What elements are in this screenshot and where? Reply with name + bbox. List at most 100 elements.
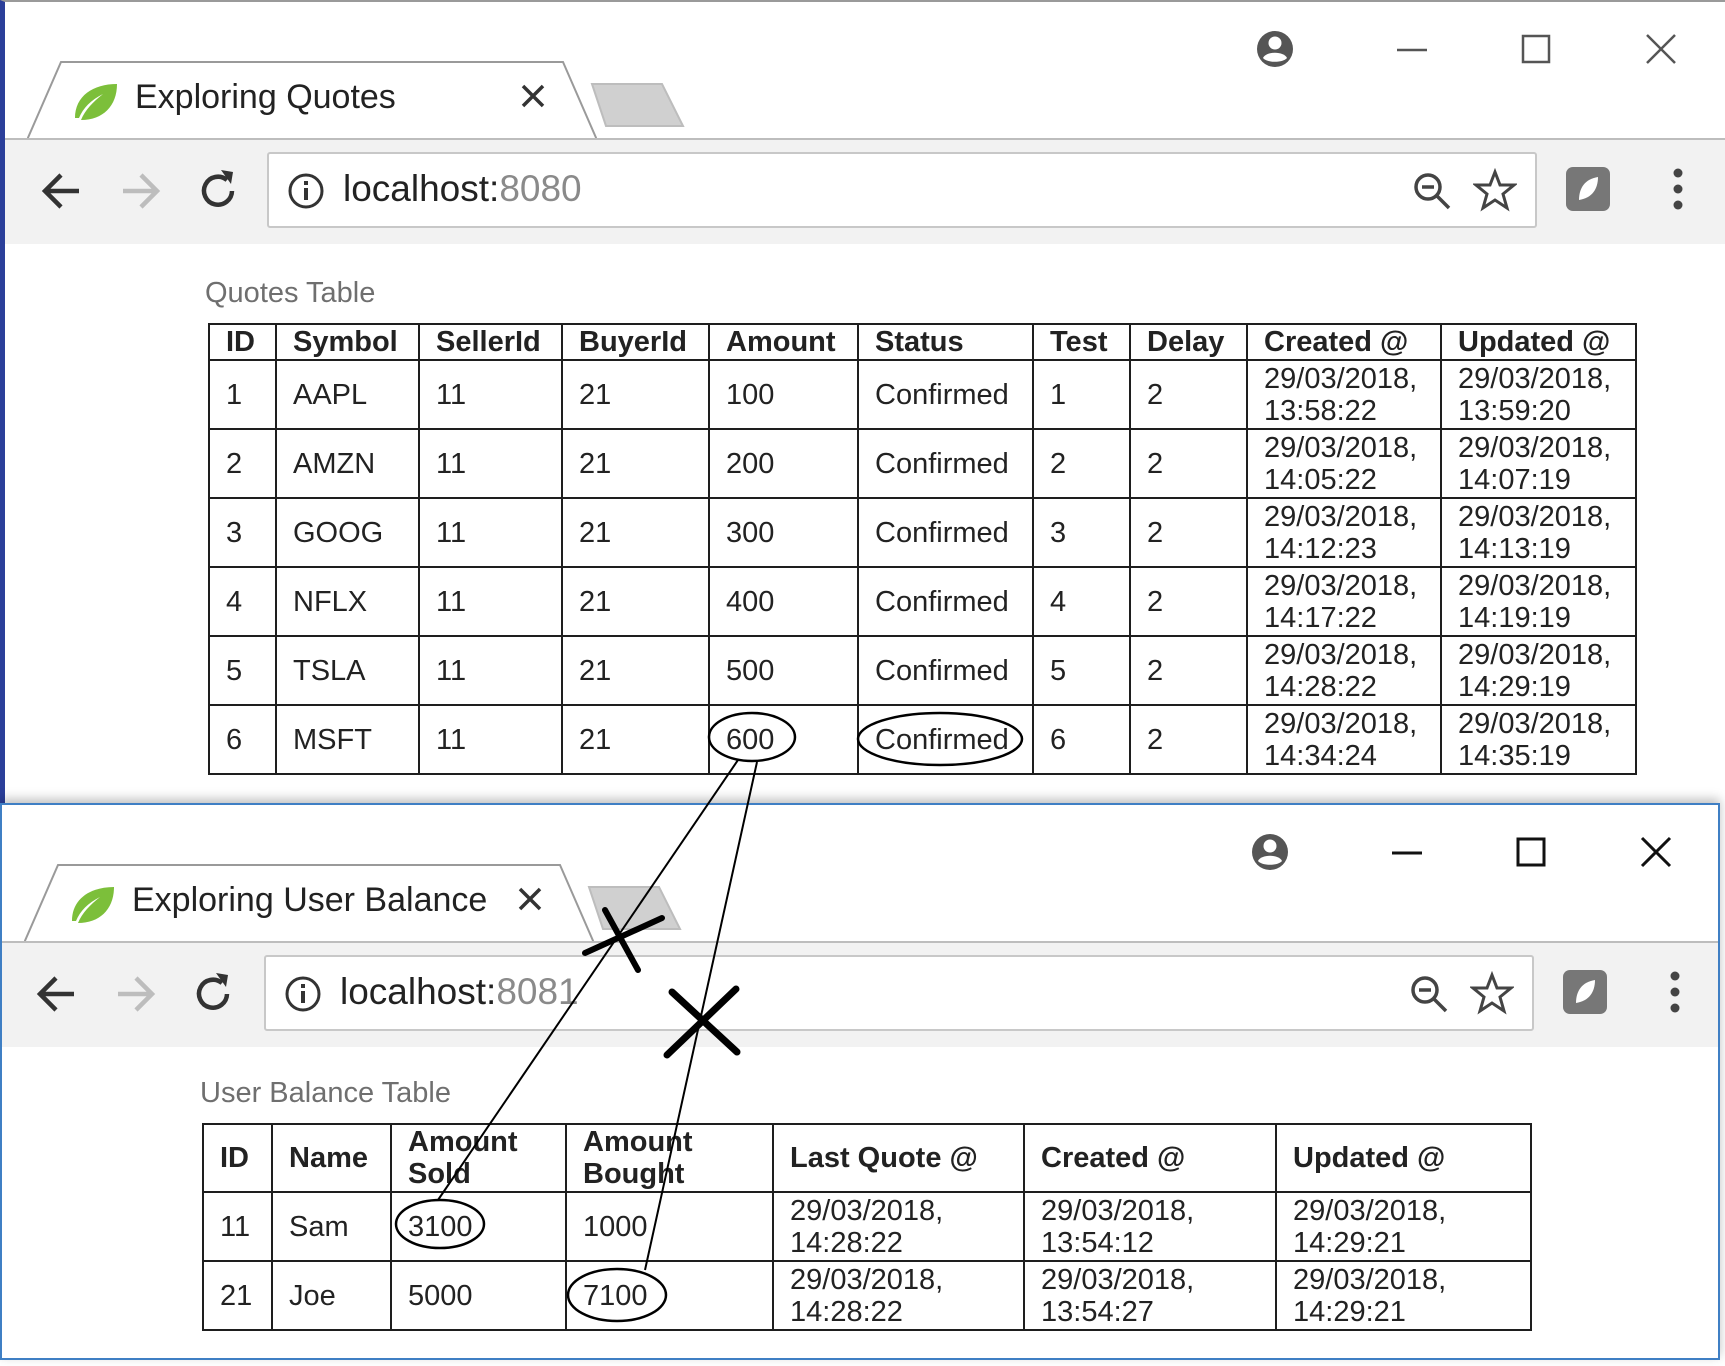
table-cell: 400: [708, 566, 859, 637]
page-content: User Balance Table ID Name Amount Sold Amoun…: [2, 1047, 1718, 1358]
browser-window-quotes: Exploring Quotes localhost:8080 Quotes T…: [0, 0, 1725, 805]
table-row: 3 GOOG 11 21 300 Confirmed 3 2 29/03/2018, 14:12:…: [208, 497, 1637, 568]
maximize-icon[interactable]: [1511, 24, 1561, 74]
column-header: BuyerId: [561, 323, 710, 361]
tab-strip: Exploring Quotes: [5, 2, 1725, 140]
tab-title: Exploring User Balance: [132, 881, 488, 919]
browser-window-user-balance: Exploring User Balance localhost:8081 Us…: [0, 803, 1720, 1360]
table-cell: 4: [1032, 566, 1131, 637]
minimize-icon[interactable]: [1387, 24, 1437, 74]
table-cell: TSLA: [275, 635, 420, 706]
table-cell: 29/03/2018, 13:59:20: [1440, 359, 1637, 430]
column-header: Amount: [708, 323, 859, 361]
table-cell: 29/03/2018, 14:29:19: [1440, 635, 1637, 706]
info-icon[interactable]: [284, 975, 322, 1013]
table-cell: 29/03/2018, 14:05:22: [1246, 428, 1442, 499]
table-cell: 11: [202, 1191, 273, 1262]
reload-icon[interactable]: [191, 164, 245, 218]
column-header: Amount Sold: [390, 1123, 567, 1193]
close-icon[interactable]: [514, 883, 546, 915]
spring-leaf-icon: [75, 84, 117, 120]
table-cell: 200: [708, 428, 859, 499]
spring-leaf-icon: [72, 887, 114, 923]
new-tab-button[interactable]: [587, 883, 682, 931]
table-row: 11 Sam 3100 1000 29/03/2018, 14:28:22 29/03/20…: [202, 1191, 1532, 1262]
close-window-icon[interactable]: [1631, 827, 1681, 877]
table-cell: 6: [1032, 704, 1131, 775]
table-cell: Sam: [271, 1191, 392, 1262]
quotes-table: ID Symbol SellerId BuyerId Amount Status Test D…: [208, 323, 1637, 775]
url-host: localhost:: [343, 168, 500, 209]
info-icon[interactable]: [287, 172, 325, 210]
zoom-out-icon[interactable]: [1408, 973, 1450, 1015]
table-cell: 29/03/2018, 13:54:12: [1023, 1191, 1277, 1262]
url-host: localhost:: [340, 971, 497, 1012]
column-header: Name: [271, 1123, 392, 1193]
column-header: Test: [1032, 323, 1131, 361]
table-cell: 2: [1129, 497, 1248, 568]
table-cell: 29/03/2018, 13:54:27: [1023, 1260, 1277, 1331]
table-cell: 29/03/2018, 14:12:23: [1246, 497, 1442, 568]
table-row: 1 AAPL 11 21 100 Confirmed 1 2 29/03/2018, 13:58:…: [208, 359, 1637, 430]
column-header: Created @: [1246, 323, 1442, 361]
url-text: localhost:8081: [340, 971, 579, 1013]
close-icon[interactable]: [517, 80, 549, 112]
column-header: Last Quote @: [772, 1123, 1025, 1193]
table-cell: 7100: [565, 1260, 774, 1331]
tab-exploring-user-balance[interactable]: Exploring User Balance: [24, 863, 594, 943]
maximize-icon[interactable]: [1506, 827, 1556, 877]
minimize-icon[interactable]: [1382, 827, 1432, 877]
column-header: Status: [857, 323, 1034, 361]
url-port: 8080: [499, 168, 582, 209]
table-cell: 3: [1032, 497, 1131, 568]
account-circle-icon[interactable]: [1250, 24, 1300, 74]
column-header: ID: [202, 1123, 273, 1193]
extension-icon[interactable]: [1561, 162, 1615, 216]
table-cell: 29/03/2018, 14:28:22: [772, 1260, 1025, 1331]
arrow-left-icon[interactable]: [35, 164, 89, 218]
table-row: 21 Joe 5000 7100 29/03/2018, 14:28:22 29/03/20…: [202, 1260, 1532, 1331]
table-cell: 29/03/2018, 14:29:21: [1275, 1260, 1532, 1331]
account-circle-icon[interactable]: [1245, 827, 1295, 877]
extension-icon[interactable]: [1558, 965, 1612, 1019]
url-text: localhost:8080: [343, 168, 582, 210]
table-caption: Quotes Table: [205, 277, 376, 309]
arrow-right-icon[interactable]: [113, 164, 167, 218]
table-cell: Confirmed: [857, 497, 1034, 568]
table-cell: 29/03/2018, 14:17:22: [1246, 566, 1442, 637]
table-cell: 5: [1032, 635, 1131, 706]
table-cell: 21: [561, 704, 710, 775]
star-icon[interactable]: [1473, 168, 1517, 212]
zoom-out-icon[interactable]: [1411, 170, 1453, 212]
column-header: Amount Bought: [565, 1123, 774, 1193]
tab-exploring-quotes[interactable]: Exploring Quotes: [27, 60, 597, 140]
star-icon[interactable]: [1470, 971, 1514, 1015]
kebab-menu-icon[interactable]: [1665, 162, 1691, 216]
table-cell: 2: [1129, 704, 1248, 775]
table-cell: Confirmed: [857, 635, 1034, 706]
table-cell: 11: [418, 359, 563, 430]
table-cell: Confirmed: [857, 566, 1034, 637]
table-cell: 29/03/2018, 14:29:21: [1275, 1191, 1532, 1262]
new-tab-button[interactable]: [590, 80, 685, 128]
table-cell: 2: [1032, 428, 1131, 499]
table-cell: 600: [708, 704, 859, 775]
arrow-left-icon[interactable]: [30, 967, 84, 1021]
table-cell: Confirmed: [857, 428, 1034, 499]
table-header-row: ID Symbol SellerId BuyerId Amount Status Test D…: [208, 323, 1637, 361]
tab-title: Exploring Quotes: [135, 78, 396, 116]
address-bar[interactable]: localhost:8081: [264, 955, 1534, 1031]
table-cell: 29/03/2018, 14:28:22: [1246, 635, 1442, 706]
table-cell: 21: [202, 1260, 273, 1331]
table-cell: 11: [418, 566, 563, 637]
reload-icon[interactable]: [186, 967, 240, 1021]
close-window-icon[interactable]: [1636, 24, 1686, 74]
table-cell: AMZN: [275, 428, 420, 499]
address-bar[interactable]: localhost:8080: [267, 152, 1537, 228]
table-cell: 21: [561, 497, 710, 568]
arrow-right-icon[interactable]: [108, 967, 162, 1021]
column-header: Created @: [1023, 1123, 1277, 1193]
table-row: 2 AMZN 11 21 200 Confirmed 2 2 29/03/2018, 14:05:…: [208, 428, 1637, 499]
table-cell: 2: [1129, 635, 1248, 706]
kebab-menu-icon[interactable]: [1662, 965, 1688, 1019]
